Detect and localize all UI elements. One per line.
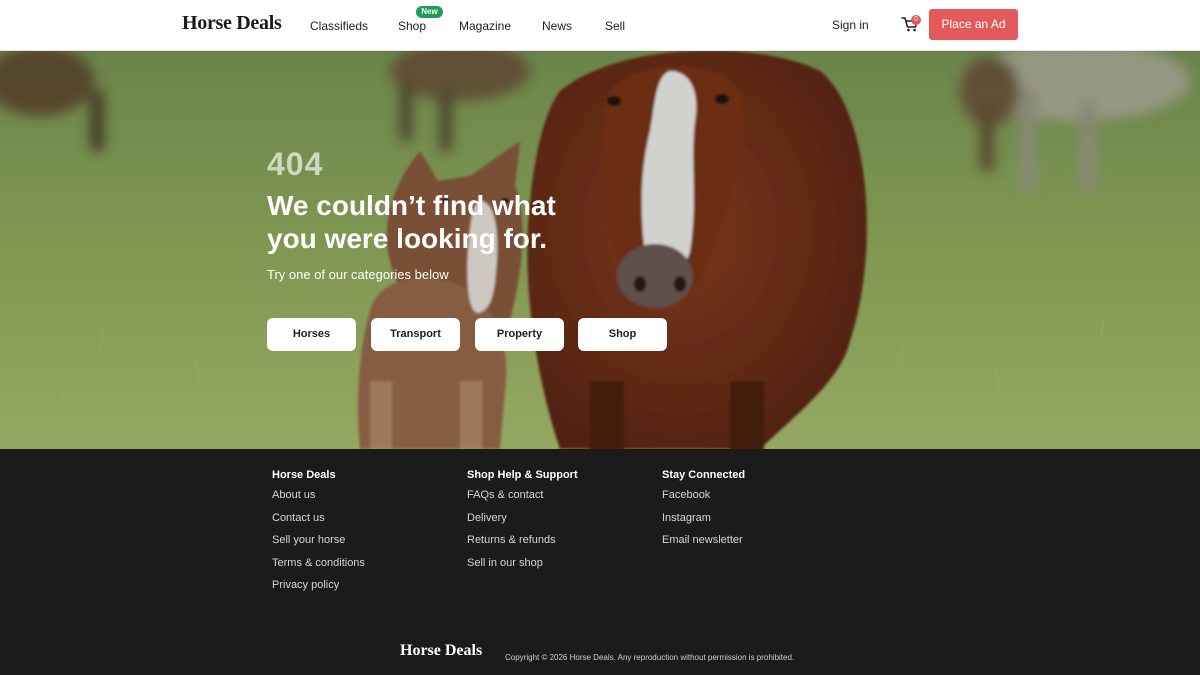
footer-link-sell-shop[interactable]: Sell in our shop bbox=[467, 552, 578, 575]
footer-link-sell-horse[interactable]: Sell your horse bbox=[272, 529, 365, 552]
footer-link-privacy[interactable]: Privacy policy bbox=[272, 574, 365, 597]
footer-link-delivery[interactable]: Delivery bbox=[467, 507, 578, 530]
hero-banner: 404 We couldn’t find what you were looki… bbox=[0, 51, 1200, 449]
cart-count-badge: 0 bbox=[911, 15, 921, 25]
category-button-property[interactable]: Property bbox=[475, 318, 564, 351]
place-an-ad-button[interactable]: Place an Ad bbox=[929, 9, 1018, 40]
hero-background-image bbox=[0, 51, 1200, 449]
site-footer: Horse Deals About us Contact us Sell you… bbox=[0, 449, 1200, 675]
category-button-horses[interactable]: Horses bbox=[267, 318, 356, 351]
copyright-text: Copyright © 2026 Horse Deals. Any reprod… bbox=[505, 653, 795, 662]
footer-column-stay-connected: Stay Connected Facebook Instagram Email … bbox=[662, 469, 745, 552]
nav-magazine[interactable]: Magazine bbox=[459, 19, 511, 33]
footer-heading: Shop Help & Support bbox=[467, 469, 578, 481]
category-button-transport[interactable]: Transport bbox=[371, 318, 460, 351]
nav-news[interactable]: News bbox=[542, 19, 572, 33]
footer-link-instagram[interactable]: Instagram bbox=[662, 507, 745, 530]
footer-logo[interactable]: Horse Deals bbox=[400, 642, 482, 660]
footer-link-contact[interactable]: Contact us bbox=[272, 507, 365, 530]
footer-column-shop-help: Shop Help & Support FAQs & contact Deliv… bbox=[467, 469, 578, 574]
category-button-shop[interactable]: Shop bbox=[578, 318, 667, 351]
footer-link-newsletter[interactable]: Email newsletter bbox=[662, 529, 745, 552]
footer-link-returns[interactable]: Returns & refunds bbox=[467, 529, 578, 552]
footer-heading: Stay Connected bbox=[662, 469, 746, 481]
logo-text: Horse Deals bbox=[182, 12, 282, 34]
nav-classifieds[interactable]: Classifieds bbox=[310, 19, 368, 33]
footer-link-facebook[interactable]: Facebook bbox=[662, 484, 745, 507]
footer-link-faqs[interactable]: FAQs & contact bbox=[467, 484, 578, 507]
sign-in-link[interactable]: Sign in bbox=[832, 18, 869, 32]
site-logo[interactable]: Horse Deals bbox=[182, 12, 282, 35]
footer-link-about[interactable]: About us bbox=[272, 484, 365, 507]
new-badge: New bbox=[416, 6, 443, 18]
footer-column-horse-deals: Horse Deals About us Contact us Sell you… bbox=[272, 469, 365, 597]
footer-heading: Horse Deals bbox=[272, 469, 336, 481]
nav-shop[interactable]: Shop bbox=[398, 19, 426, 33]
error-title: We couldn’t find what you were looking f… bbox=[267, 190, 556, 254]
site-header: Horse Deals Classifieds Shop New Magazin… bbox=[0, 0, 1200, 51]
error-code: 404 bbox=[267, 146, 324, 182]
nav-sell[interactable]: Sell bbox=[605, 19, 625, 33]
footer-link-terms[interactable]: Terms & conditions bbox=[272, 552, 365, 575]
error-subtitle: Try one of our categories below bbox=[267, 267, 449, 282]
